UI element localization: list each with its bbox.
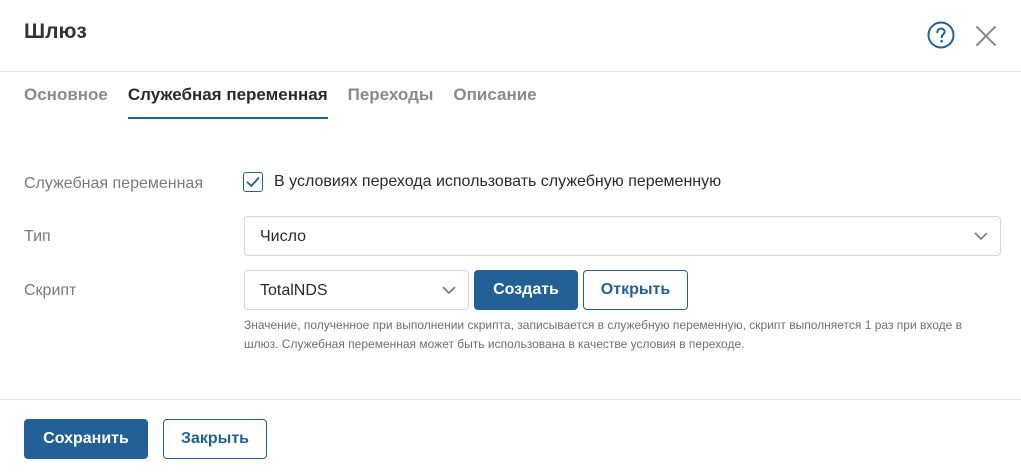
use-service-variable-checkbox-label[interactable]: В условиях перехода использовать служебн… [274,173,721,191]
close-button[interactable]: Закрыть [163,419,267,459]
check-icon [246,177,260,187]
tab-bar: Основное Служебная переменная Переходы О… [24,72,557,120]
help-icon[interactable] [927,21,955,49]
script-select-value: TotalNDS [260,282,328,299]
service-variable-label: Служебная переменная [24,175,203,192]
type-select-value: Число [260,228,307,245]
script-hint: Значение, полученное при выполнении скри… [244,318,963,351]
script-select[interactable]: TotalNDS [244,270,469,310]
dialog-header: Шлюз [0,0,1021,72]
save-button[interactable]: Сохранить [24,419,148,459]
script-label: Скрипт [24,282,77,299]
open-script-button[interactable]: Открыть [583,270,688,310]
type-label: Тип [24,228,51,245]
tab-description[interactable]: Описание [453,72,536,120]
footer-divider [0,399,1021,400]
dialog-title: Шлюз [24,20,87,43]
use-service-variable-checkbox[interactable] [243,172,263,192]
close-icon[interactable] [974,24,998,48]
type-select[interactable]: Число [244,216,1001,256]
tab-transitions[interactable]: Переходы [348,72,434,120]
tab-service-variable[interactable]: Служебная переменная [127,72,328,120]
create-script-button[interactable]: Создать [474,270,578,310]
tab-general[interactable]: Основное [24,72,108,120]
chevron-down-icon [442,286,456,294]
chevron-down-icon [974,232,988,240]
